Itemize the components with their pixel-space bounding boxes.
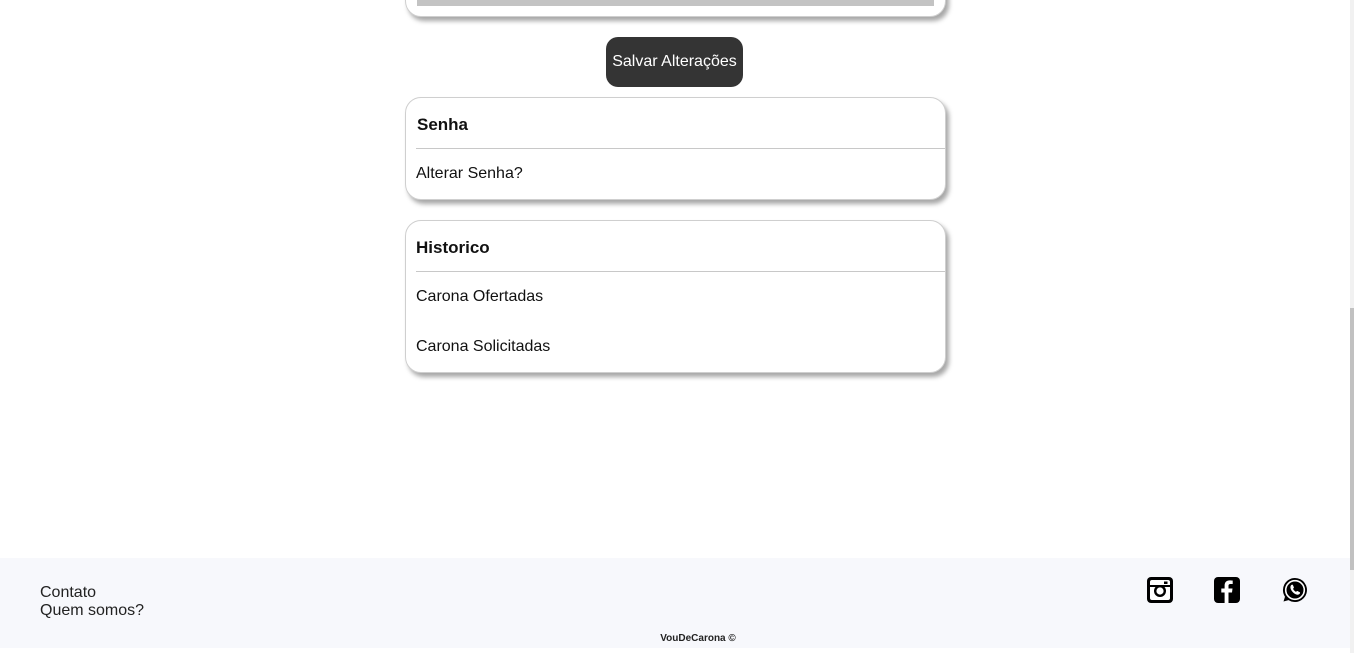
- copyright-text: VouDeCarona ©: [660, 633, 736, 644]
- scrollbar-thumb[interactable]: [1350, 308, 1354, 570]
- divider: [416, 271, 945, 272]
- divider: [416, 148, 945, 149]
- instagram-icon[interactable]: [1146, 576, 1174, 604]
- rides-offered-link[interactable]: Carona Ofertadas: [416, 288, 543, 306]
- whatsapp-icon[interactable]: [1281, 576, 1309, 604]
- password-card: Senha Alterar Senha?: [405, 97, 946, 200]
- about-us-link[interactable]: Quem somos?: [40, 602, 144, 620]
- save-changes-button[interactable]: Salvar Alterações: [606, 37, 743, 87]
- previous-card-field[interactable]: [417, 0, 934, 6]
- history-card: Historico Carona Ofertadas Carona Solici…: [405, 220, 946, 373]
- previous-card: [405, 0, 946, 17]
- page-scrollbar[interactable]: [1350, 0, 1354, 653]
- footer-links: Contato Quem somos?: [40, 584, 144, 620]
- footer: Contato Quem somos? VouDeCarona ©: [0, 558, 1350, 648]
- change-password-link[interactable]: Alterar Senha?: [416, 165, 523, 183]
- history-card-title: Historico: [416, 238, 490, 257]
- facebook-icon[interactable]: [1213, 576, 1241, 604]
- rides-requested-link[interactable]: Carona Solicitadas: [416, 338, 550, 356]
- contact-link[interactable]: Contato: [40, 584, 144, 602]
- profile-page: Salvar Alterações Senha Alterar Senha? H…: [0, 0, 1354, 653]
- password-card-title: Senha: [417, 115, 469, 134]
